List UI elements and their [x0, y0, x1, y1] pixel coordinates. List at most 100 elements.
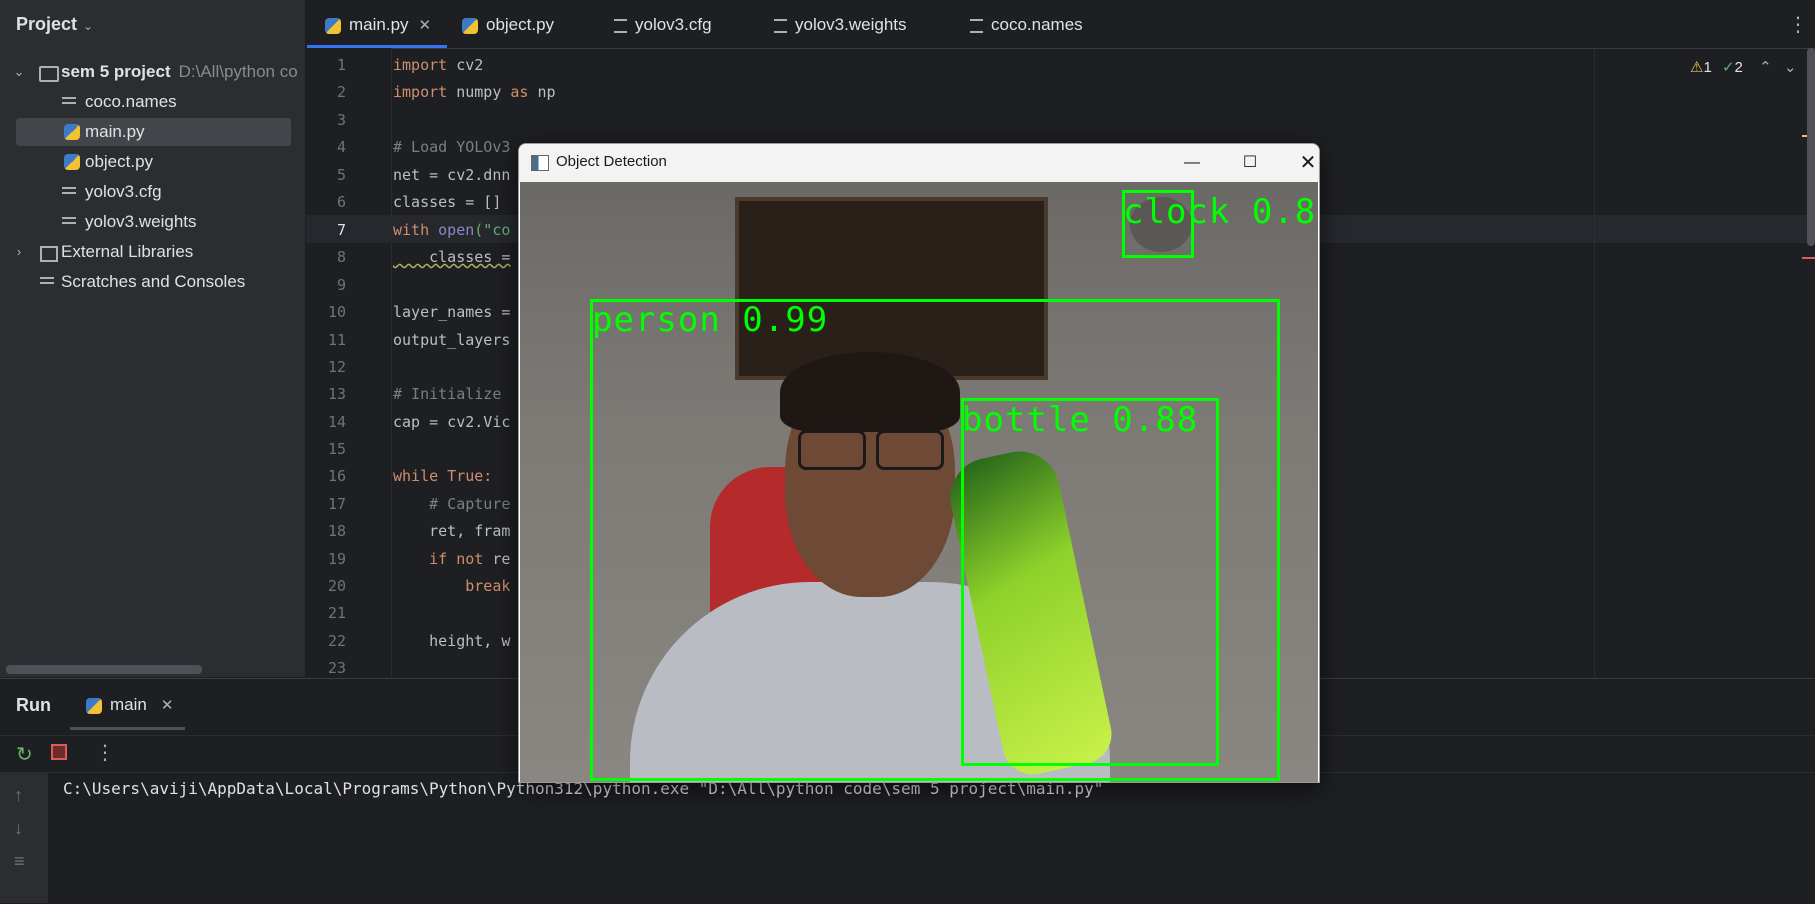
line-number[interactable]: 7 — [306, 221, 346, 239]
close-tab-icon[interactable]: ✕ — [161, 697, 174, 714]
tree-item-yolov3-cfg[interactable]: yolov3.cfg — [0, 178, 305, 206]
tree-item-label: coco.names — [85, 92, 177, 111]
chevron-down-icon: ⌄ — [83, 19, 94, 33]
line-number[interactable]: 6 — [306, 193, 346, 211]
tab-object-py[interactable]: object.py — [462, 0, 554, 48]
tree-item-coco-names[interactable]: coco.names — [0, 88, 305, 116]
code-line-8[interactable]: classes = — [393, 248, 510, 266]
code-line-20[interactable]: break — [393, 577, 510, 595]
line-number[interactable]: 2 — [306, 83, 346, 101]
code-line-19[interactable]: if not re — [393, 550, 510, 568]
error-stripe-marker[interactable] — [1802, 257, 1815, 259]
detection-label-bottle: bottle 0.88 — [962, 400, 1199, 440]
run-panel-title: Run — [16, 695, 51, 715]
object-detection-window[interactable]: Object Detection — ☐ ✕ clock 0.89 person… — [518, 143, 1320, 783]
stop-icon[interactable] — [51, 744, 67, 760]
line-number[interactable]: 18 — [306, 522, 346, 540]
detection-box-bottle — [961, 398, 1219, 766]
code-line-2[interactable]: import numpy as np — [393, 83, 556, 101]
code-line-6[interactable]: classes = [] — [393, 193, 501, 211]
code-line-17[interactable]: # Capture — [393, 495, 510, 513]
arrow-down-icon[interactable]: ↓ — [14, 818, 23, 839]
run-tab-main[interactable]: main ✕ — [86, 695, 173, 715]
code-line-22[interactable]: height, w — [393, 632, 510, 650]
line-number[interactable]: 15 — [306, 440, 346, 458]
tree-item-label: Scratches and Consoles — [61, 272, 246, 291]
maximize-button[interactable]: ☐ — [1227, 150, 1273, 176]
line-number[interactable]: 9 — [306, 276, 346, 294]
tree-item-object-py[interactable]: object.py — [0, 148, 305, 176]
chevron-down-icon[interactable]: ⌄ — [12, 58, 26, 86]
chevron-up-icon[interactable]: ⌃ — [1759, 59, 1772, 76]
line-number[interactable]: 16 — [306, 467, 346, 485]
tree-item-label: sem 5 project — [61, 62, 171, 81]
tree-item-label: yolov3.weights — [85, 212, 197, 231]
line-number[interactable]: 12 — [306, 358, 346, 376]
arrow-up-icon[interactable]: ↑ — [14, 785, 23, 806]
python-file-icon — [64, 124, 80, 140]
chevron-down-icon[interactable]: ⌄ — [1784, 59, 1797, 76]
code-line-16[interactable]: while True: — [393, 467, 492, 485]
tree-item-main-py[interactable]: main.py — [16, 118, 291, 146]
line-number[interactable]: 3 — [306, 111, 346, 129]
code-line-5[interactable]: net = cv2.dnn — [393, 166, 510, 184]
tab-main-py[interactable]: main.py ✕ — [325, 0, 431, 48]
line-number[interactable]: 1 — [306, 56, 346, 74]
code-line-7[interactable]: with open("co — [393, 221, 510, 239]
text-file-icon — [614, 18, 627, 33]
line-number[interactable]: 23 — [306, 659, 346, 677]
code-line-14[interactable]: cap = cv2.Vic — [393, 413, 510, 431]
chevron-right-icon[interactable]: › — [12, 238, 26, 266]
code-line-13[interactable]: # Initialize — [393, 385, 501, 403]
soft-wrap-icon[interactable]: ≡ — [14, 851, 25, 872]
project-horizontal-scrollbar[interactable] — [6, 665, 202, 674]
line-number[interactable]: 4 — [306, 138, 346, 156]
code-line-10[interactable]: layer_names = — [393, 303, 510, 321]
tree-item-yolov3-weights[interactable]: yolov3.weights — [0, 208, 305, 236]
tree-item-project-root[interactable]: ⌄ sem 5 project D:\All\python co — [0, 58, 305, 86]
editor-vertical-scrollbar[interactable] — [1807, 48, 1815, 246]
tab-yolov3-cfg[interactable]: yolov3.cfg — [614, 0, 712, 48]
camera-frame: clock 0.89 person 0.99 bottle 0.88 — [520, 182, 1318, 782]
line-number[interactable]: 19 — [306, 550, 346, 568]
line-number[interactable]: 8 — [306, 248, 346, 266]
rerun-icon[interactable]: ↻ — [16, 742, 33, 767]
line-number[interactable]: 13 — [306, 385, 346, 403]
line-number[interactable]: 14 — [306, 413, 346, 431]
more-options-icon[interactable]: ⋮ — [1788, 12, 1808, 37]
tab-yolov3-weights[interactable]: yolov3.weights — [774, 0, 907, 48]
code-line-18[interactable]: ret, fram — [393, 522, 510, 540]
more-options-icon[interactable]: ⋮ — [95, 740, 115, 765]
detection-label-clock: clock 0.89 — [1123, 192, 1318, 232]
minimize-button[interactable]: — — [1169, 150, 1215, 176]
inspection-widget[interactable]: ⚠1 ✓2 ⌃ ⌄ — [1690, 58, 1796, 76]
active-run-tab-indicator — [70, 727, 185, 730]
line-number[interactable]: 21 — [306, 604, 346, 622]
tree-item-label: object.py — [85, 152, 154, 171]
warning-icon: ⚠ — [1690, 59, 1704, 76]
folder-icon — [39, 66, 59, 82]
text-file-icon — [774, 18, 787, 33]
line-number[interactable]: 10 — [306, 303, 346, 321]
line-number[interactable]: 20 — [306, 577, 346, 595]
tree-item-scratches[interactable]: Scratches and Consoles — [0, 268, 305, 296]
code-line-4[interactable]: # Load YOLOv3 — [393, 138, 510, 156]
project-title: Project — [16, 14, 78, 34]
close-button[interactable]: ✕ — [1285, 150, 1319, 176]
close-tab-icon[interactable]: ✕ — [419, 17, 432, 34]
line-number[interactable]: 11 — [306, 331, 346, 349]
run-side-toolbar — [0, 772, 48, 903]
warning-count: 1 — [1703, 59, 1712, 76]
tab-coco-names[interactable]: coco.names — [970, 0, 1083, 48]
line-number[interactable]: 17 — [306, 495, 346, 513]
tab-label: yolov3.cfg — [635, 15, 712, 34]
tree-item-label: yolov3.cfg — [85, 182, 162, 201]
tree-item-external-libraries[interactable]: › External Libraries — [0, 238, 305, 266]
tab-label: coco.names — [991, 15, 1083, 34]
project-view-selector[interactable]: Project ⌄ — [16, 14, 93, 35]
code-line-11[interactable]: output_layers — [393, 331, 510, 349]
code-line-1[interactable]: import cv2 — [393, 56, 483, 74]
line-number[interactable]: 22 — [306, 632, 346, 650]
line-number[interactable]: 5 — [306, 166, 346, 184]
tab-label: main.py — [349, 15, 409, 34]
